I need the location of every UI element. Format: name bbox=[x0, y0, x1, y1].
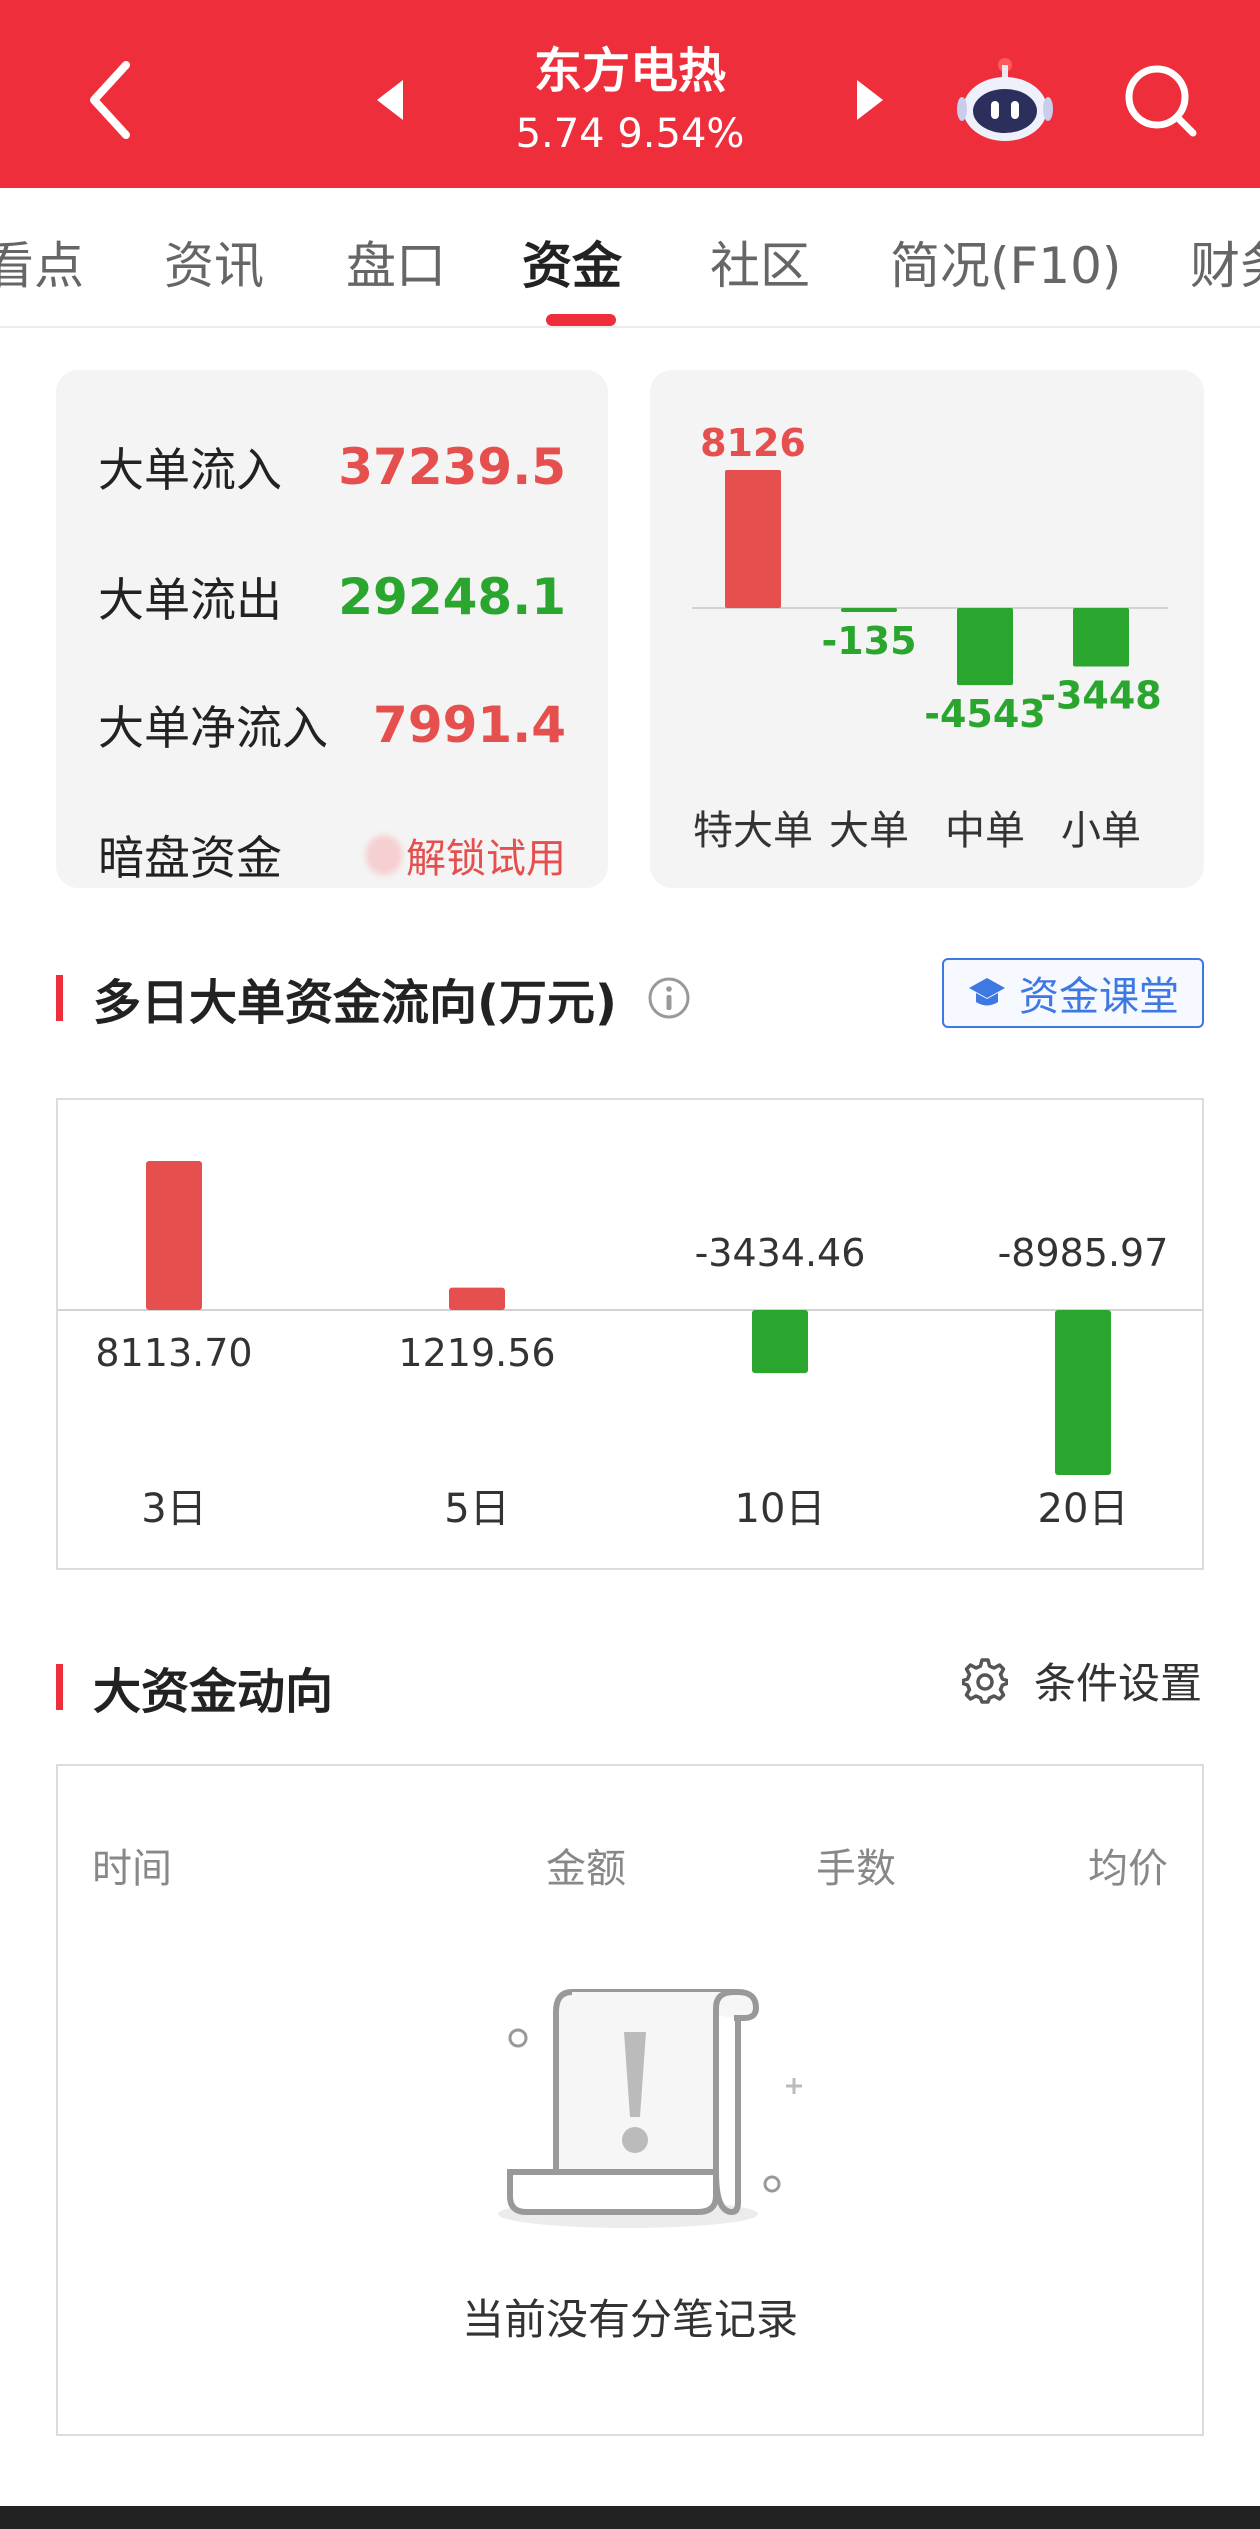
flow-value: 29248.1 bbox=[338, 568, 566, 626]
search-icon[interactable] bbox=[1116, 56, 1206, 146]
bar-value-label: -135 bbox=[821, 619, 916, 663]
funds-course-button[interactable]: 资金课堂 bbox=[942, 958, 1204, 1028]
bar bbox=[146, 1161, 202, 1310]
stock-price-change: 5.74 9.54% bbox=[515, 111, 745, 157]
order-size-chart: 8126 特大单 -135 大单 -4543 中单 -3448 小单 bbox=[692, 421, 1168, 854]
stock-header: 东方电热 5.74 9.54% bbox=[0, 0, 1260, 188]
tab-orderbook[interactable]: 盘口 bbox=[346, 226, 446, 298]
tab-funds[interactable]: 资金 bbox=[522, 226, 622, 298]
bar-value-label: 8126 bbox=[700, 421, 806, 465]
flow-summary-card: 大单流入 37239.5 大单流出 29248.1 大单净流入 7991.4 暗… bbox=[56, 370, 608, 888]
info-icon[interactable] bbox=[647, 976, 691, 1020]
column-header-time: 时间 bbox=[92, 1846, 172, 1892]
back-arrow-icon[interactable] bbox=[70, 50, 150, 150]
condition-settings-button[interactable]: 条件设置 bbox=[962, 1650, 1202, 1711]
flow-row-net: 大单净流入 7991.4 bbox=[98, 690, 566, 760]
system-nav-bar bbox=[0, 2506, 1260, 2529]
tab-finance[interactable]: 财务 bbox=[1190, 226, 1260, 298]
big-money-panel: 时间 金额 手数 均价 当前没有分笔记录 bbox=[56, 1764, 1204, 2436]
bar-value-label: -4543 bbox=[924, 692, 1046, 736]
flow-row-dark-pool: 暗盘资金 解锁试用 bbox=[98, 820, 566, 890]
category-label: 特大单 bbox=[693, 808, 813, 854]
category-label: 3日 bbox=[141, 1486, 206, 1532]
bar bbox=[1055, 1310, 1111, 1475]
flow-label: 大单流出 bbox=[98, 573, 282, 627]
bar-value-label: 8113.70 bbox=[95, 1331, 252, 1375]
unlock-trial-button[interactable]: 解锁试用 bbox=[366, 826, 566, 884]
category-label: 20日 bbox=[1038, 1486, 1129, 1532]
flow-row-inflow: 大单流入 37239.5 bbox=[98, 432, 566, 502]
stock-title: 东方电热 5.74 9.54% bbox=[430, 36, 830, 162]
flow-row-outflow: 大单流出 29248.1 bbox=[98, 562, 566, 632]
section-accent-bar bbox=[56, 975, 63, 1021]
section-title-text: 多日大单资金流向(万元) bbox=[93, 975, 617, 1031]
column-header-avg-price: 均价 bbox=[1088, 1846, 1168, 1892]
category-label: 中单 bbox=[945, 808, 1025, 854]
tab-bar: 看点 资讯 盘口 资金 社区 简况(F10) 财务 bbox=[0, 188, 1260, 328]
column-header-lots: 手数 bbox=[816, 1846, 896, 1892]
active-tab-indicator bbox=[546, 314, 616, 326]
flow-label: 大单净流入 bbox=[98, 701, 328, 755]
condition-settings-label: 条件设置 bbox=[1034, 1659, 1203, 1708]
tab-highlights[interactable]: 看点 bbox=[0, 226, 84, 298]
bar-value-label: -3434.46 bbox=[695, 1231, 866, 1275]
next-stock-icon[interactable] bbox=[840, 70, 900, 130]
multi-day-section-title: 多日大单资金流向(万元) bbox=[56, 963, 691, 1033]
section-title-text: 大资金动向 bbox=[93, 1664, 334, 1720]
multi-day-chart: 8113.70 3日 1219.56 5日 -3434.46 10日 -8985.97 20日 bbox=[58, 1161, 1202, 1532]
unlock-trial-label: 解锁试用 bbox=[406, 836, 566, 882]
bar-value-label: -3448 bbox=[1040, 674, 1162, 718]
bar-value-label: -8985.97 bbox=[998, 1231, 1169, 1275]
bar bbox=[449, 1287, 505, 1310]
bar-value-label: 1219.56 bbox=[398, 1331, 555, 1375]
bar bbox=[1073, 608, 1129, 667]
gear-icon bbox=[962, 1657, 1008, 1704]
tab-news[interactable]: 资讯 bbox=[164, 226, 264, 298]
big-money-section-title: 大资金动向 bbox=[56, 1652, 333, 1722]
category-label: 大单 bbox=[829, 808, 909, 854]
category-label: 10日 bbox=[735, 1486, 826, 1532]
tab-profile-f10[interactable]: 简况(F10) bbox=[890, 226, 1121, 298]
bar bbox=[957, 608, 1013, 686]
robot-assistant-icon[interactable] bbox=[950, 50, 1060, 150]
stock-name: 东方电热 bbox=[533, 43, 726, 99]
flow-label: 暗盘资金 bbox=[98, 831, 282, 885]
column-header-amount: 金额 bbox=[546, 1846, 626, 1892]
flow-label: 大单流入 bbox=[98, 443, 282, 497]
blurred-value bbox=[366, 835, 402, 875]
flow-value: 37239.5 bbox=[338, 438, 566, 496]
bar bbox=[841, 608, 897, 612]
multi-day-chart-panel: 8113.70 3日 1219.56 5日 -3434.46 10日 -8985.97 20日 bbox=[56, 1098, 1204, 1570]
graduation-cap-icon bbox=[967, 976, 1007, 1010]
section-accent-bar bbox=[56, 1664, 63, 1710]
category-label: 小单 bbox=[1061, 808, 1141, 854]
order-size-chart-card: 8126 特大单 -135 大单 -4543 中单 -3448 小单 bbox=[650, 370, 1204, 888]
flow-value: 7991.4 bbox=[373, 696, 566, 754]
tab-community[interactable]: 社区 bbox=[710, 226, 810, 298]
funds-course-label: 资金课堂 bbox=[1019, 974, 1179, 1020]
empty-scroll-icon bbox=[438, 1982, 818, 2236]
bar bbox=[752, 1310, 808, 1374]
prev-stock-icon[interactable] bbox=[360, 70, 420, 130]
category-label: 5日 bbox=[444, 1486, 509, 1532]
bar bbox=[725, 470, 781, 608]
empty-records-message: 当前没有分笔记录 bbox=[461, 2295, 798, 2344]
